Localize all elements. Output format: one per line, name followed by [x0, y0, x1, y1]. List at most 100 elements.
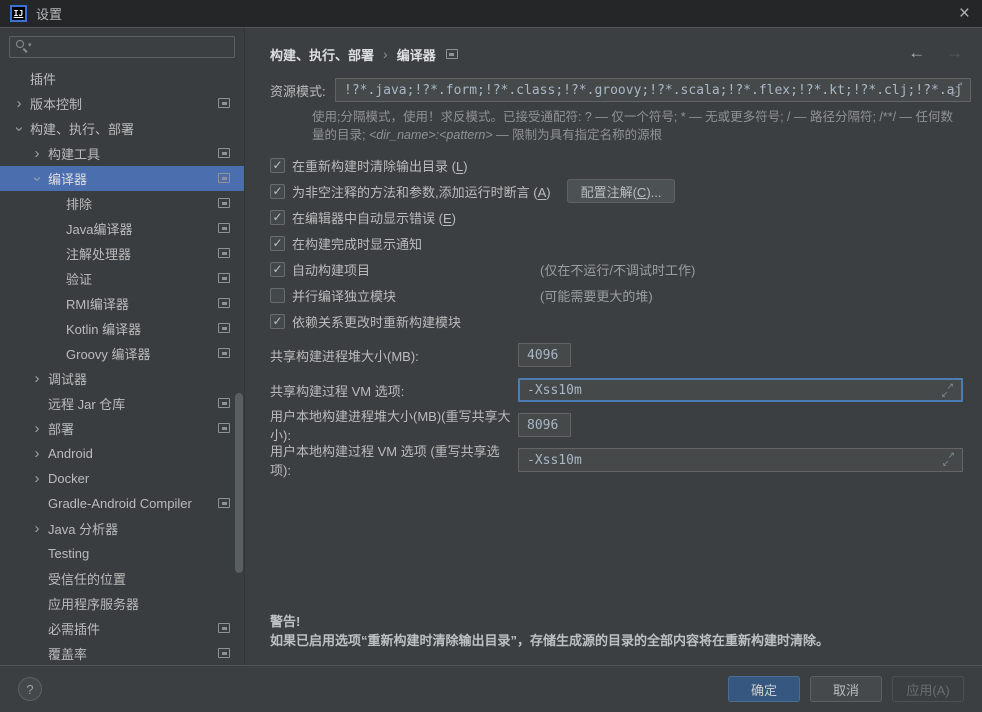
checkbox-label: 自动构建项目 — [292, 260, 370, 279]
sidebar-item-label: 部署 — [46, 419, 74, 438]
sidebar-item-label: Kotlin 编译器 — [64, 319, 141, 338]
sidebar-item-rmi-compiler[interactable]: RMI编译器 — [0, 291, 244, 316]
sidebar-item-label: 覆盖率 — [46, 644, 87, 663]
sidebar-item-excludes[interactable]: 排除 — [0, 191, 244, 216]
sidebar-item-validation[interactable]: 验证 — [0, 266, 244, 291]
checkbox-row: ✓依赖关系更改时重新构建模块 — [270, 308, 963, 334]
sidebar-item-java-profiler[interactable]: ›Java 分析器 — [0, 516, 244, 541]
checkbox[interactable]: ✓ — [270, 262, 285, 277]
sidebar-item-compiler[interactable]: ›编译器 — [0, 166, 244, 191]
back-arrow-icon[interactable]: ← — [908, 43, 925, 62]
breadcrumb: 构建、执行、部署 › 编译器 ← → — [270, 40, 963, 68]
sidebar-item-testing[interactable]: Testing — [0, 541, 244, 566]
checkbox[interactable]: ✓ — [270, 158, 285, 173]
sidebar-item-groovy-compiler[interactable]: Groovy 编译器 — [0, 341, 244, 366]
field-row: 用户本地构建进程堆大小(MB)(重写共享大小):8096 — [270, 413, 963, 437]
checkbox-label: 在重新构建时清除输出目录 (L) — [292, 156, 468, 175]
checkbox[interactable]: ✓ — [270, 184, 285, 199]
chevron-right-icon[interactable]: › — [28, 422, 46, 436]
checkbox[interactable]: ✓ — [270, 314, 285, 329]
sidebar-item-label: 构建工具 — [46, 144, 100, 163]
expand-field-icon[interactable]: ↗↙ — [942, 453, 955, 466]
cancel-button[interactable]: 取消 — [810, 676, 882, 702]
sidebar-scrollbar[interactable] — [235, 393, 243, 573]
screen-icon — [218, 248, 230, 258]
breadcrumb-parent[interactable]: 构建、执行、部署 — [270, 45, 374, 64]
sidebar-item-trusted-locations[interactable]: 受信任的位置 — [0, 566, 244, 591]
resource-patterns-value: !?*.java;!?*.form;!?*.class;!?*.groovy;!… — [344, 83, 962, 98]
settings-tree: 插件›版本控制›构建、执行、部署›构建工具›编译器排除Java编译器注解处理器验… — [0, 66, 244, 665]
sidebar-item-android[interactable]: ›Android — [0, 441, 244, 466]
screen-icon — [218, 623, 230, 633]
checkbox-row: ✓ 在重新构建时清除输出目录 (L) — [270, 152, 963, 178]
sidebar-item-version-control[interactable]: ›版本控制 — [0, 91, 244, 116]
search-icon: ▾ — [16, 40, 34, 54]
sidebar-item-gradle-android-compiler[interactable]: Gradle-Android Compiler — [0, 491, 244, 516]
chevron-right-icon[interactable]: › — [10, 97, 28, 111]
compiler-options: ✓ 在重新构建时清除输出目录 (L) ✓ 为非空注释的方法和参数,添加运行时断言 (A… — [270, 152, 963, 334]
chevron-down-icon[interactable]: › — [30, 170, 44, 188]
expand-field-icon[interactable]: ↗↙ — [941, 384, 954, 397]
chevron-right-icon[interactable]: › — [28, 372, 46, 386]
screen-icon — [218, 323, 230, 333]
chevron-right-icon[interactable]: › — [28, 447, 46, 461]
expand-field-icon[interactable]: ↗↙ — [950, 83, 963, 96]
sidebar-item-label: RMI编译器 — [64, 294, 129, 313]
sidebar-item-label: 受信任的位置 — [46, 569, 126, 588]
configure-annotations-button[interactable]: 配置注解(C)... — [567, 179, 676, 203]
search-input[interactable] — [9, 36, 235, 58]
sidebar-item-plugins[interactable]: 插件 — [0, 66, 244, 91]
chevron-down-icon[interactable]: › — [12, 120, 26, 138]
sidebar-item-application-servers[interactable]: 应用程序服务器 — [0, 591, 244, 616]
sidebar-item-kotlin-compiler[interactable]: Kotlin 编译器 — [0, 316, 244, 341]
shared-vm-options-input[interactable]: -Xss10m↗↙ — [518, 378, 963, 402]
sidebar-item-docker[interactable]: ›Docker — [0, 466, 244, 491]
sidebar-item-deployment[interactable]: ›部署 — [0, 416, 244, 441]
checkbox[interactable]: ✓ — [270, 210, 285, 225]
user-local-heap-size-input[interactable]: 8096 — [518, 413, 571, 437]
sidebar-item-label: 构建、执行、部署 — [28, 119, 134, 138]
resource-patterns-help: 使用;分隔模式，使用！求反模式。已接受通配符: ? — 仅一个符号; * — 无… — [312, 108, 960, 144]
resource-patterns-input[interactable]: !?*.java;!?*.form;!?*.class;!?*.groovy;!… — [335, 78, 971, 102]
sidebar-item-build-execution-deployment[interactable]: ›构建、执行、部署 — [0, 116, 244, 141]
sidebar-item-label: 验证 — [64, 269, 92, 288]
resource-patterns-label: 资源模式: — [270, 81, 335, 100]
close-icon[interactable]: × — [959, 3, 970, 25]
sidebar-item-label: Java 分析器 — [46, 519, 118, 538]
user-local-heap-size-value: 8096 — [527, 418, 562, 433]
sidebar-item-label: Testing — [46, 546, 89, 561]
sidebar-item-java-compiler[interactable]: Java编译器 — [0, 216, 244, 241]
screen-icon — [218, 173, 230, 183]
breadcrumb-separator-icon: › — [383, 46, 388, 62]
help-button[interactable]: ? — [18, 677, 42, 701]
chevron-right-icon[interactable]: › — [28, 472, 46, 486]
checkbox[interactable] — [270, 288, 285, 303]
checkbox[interactable]: ✓ — [270, 236, 285, 251]
chevron-right-icon[interactable]: › — [28, 522, 46, 536]
sidebar-item-remote-jar-repositories[interactable]: 远程 Jar 仓库 — [0, 391, 244, 416]
checkbox-label: 并行编译独立模块 — [292, 286, 396, 305]
chevron-right-icon[interactable]: › — [28, 147, 46, 161]
sidebar-item-debugger[interactable]: ›调试器 — [0, 366, 244, 391]
sidebar-item-label: Java编译器 — [64, 219, 132, 238]
field-row: 共享构建进程堆大小(MB):4096 — [270, 343, 963, 367]
user-local-vm-options-input[interactable]: -Xss10m↗↙ — [518, 448, 963, 472]
sidebar-item-required-plugins[interactable]: 必需插件 — [0, 616, 244, 641]
dialog-footer: ? 确定 取消 应用(A) — [0, 665, 982, 712]
sidebar-item-label: 版本控制 — [28, 94, 82, 113]
ok-button[interactable]: 确定 — [728, 676, 800, 702]
checkbox-row: ✓自动构建项目(仅在不运行/不调试时工作) — [270, 256, 963, 282]
sidebar-item-coverage[interactable]: 覆盖率 — [0, 641, 244, 665]
screen-icon — [218, 98, 230, 108]
sidebar-item-label: 调试器 — [46, 369, 87, 388]
user-local-heap-size-label: 用户本地构建进程堆大小(MB)(重写共享大小): — [270, 406, 518, 444]
sidebar-item-annotation-processors[interactable]: 注解处理器 — [0, 241, 244, 266]
checkbox-label: 为非空注释的方法和参数,添加运行时断言 (A) — [292, 182, 551, 201]
checkbox-row: ✓在编辑器中自动显示错误 (E) — [270, 204, 963, 230]
screen-icon — [218, 423, 230, 433]
shared-heap-size-input[interactable]: 4096 — [518, 343, 571, 367]
screen-icon — [218, 273, 230, 283]
sidebar-item-build-tools[interactable]: ›构建工具 — [0, 141, 244, 166]
intellij-logo-icon: IJ — [10, 5, 27, 22]
forward-arrow-icon: → — [946, 43, 963, 62]
